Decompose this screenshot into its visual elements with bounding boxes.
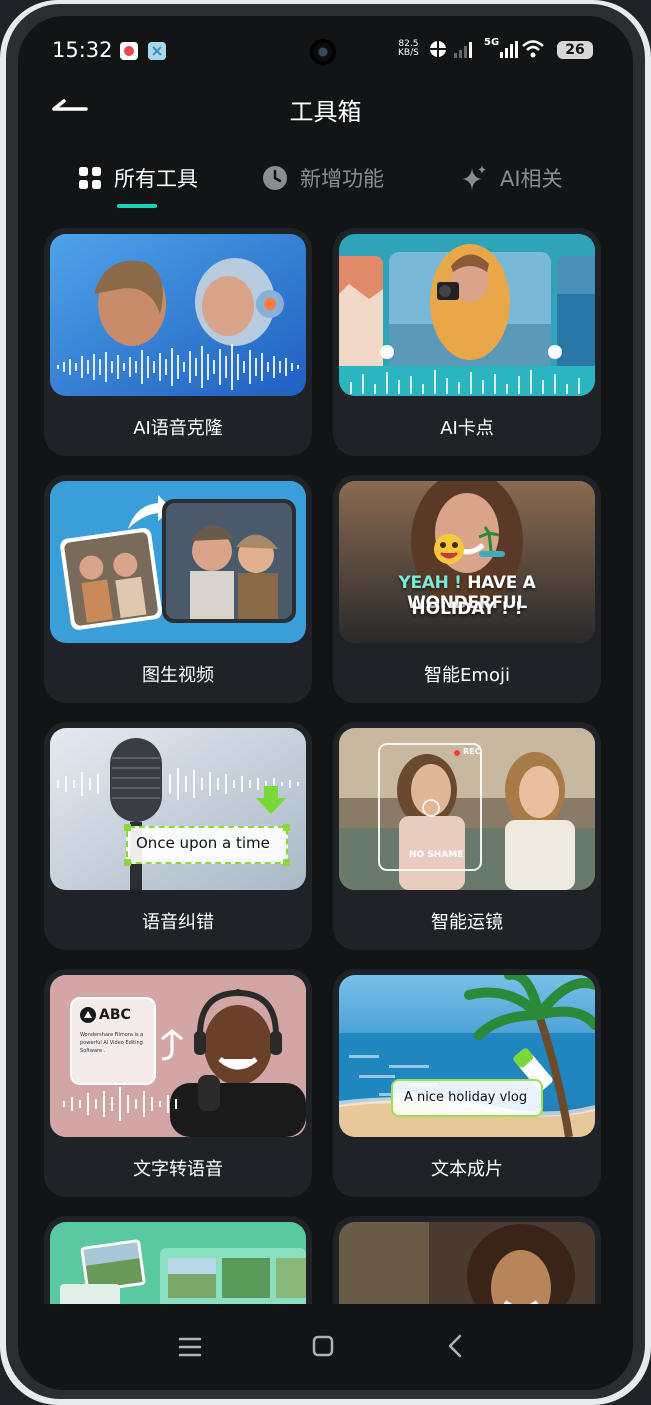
tool-card-smart-camera-movement[interactable]: REC NO SHAME 智能运镜 <box>333 722 601 950</box>
tts-panel-line: Wondershare Filmora is a <box>80 1032 144 1038</box>
tool-thumbnail: REC NO SHAME <box>339 728 595 890</box>
filmora-logo-icon <box>80 1007 96 1023</box>
tts-panel-text: Wondershare Filmora is a powerful AI Vid… <box>80 1031 143 1055</box>
text-to-video-prompt: A nice holiday vlog <box>404 1090 528 1105</box>
tool-thumbnail <box>339 234 595 396</box>
vpn-icon <box>429 40 447 62</box>
tool-thumbnail: YEAH ! HAVE A WONDERFUL HOLIDAY ! ! <box>339 481 595 643</box>
tab-new-features[interactable]: 新增功能 <box>262 160 384 196</box>
signal-sim2-icon <box>484 44 487 58</box>
tts-panel-title: ABC <box>99 1007 131 1023</box>
network-speed: 82.5 KB/S <box>398 40 419 58</box>
tool-thumbnail <box>50 1222 306 1308</box>
network-speed-unit: KB/S <box>398 48 419 58</box>
screen: 15:32 82.5 KB/S 5G 26 工具箱 所有工具 新增功能 AI相关… <box>18 16 633 1390</box>
phone-frame: 15:32 82.5 KB/S 5G 26 工具箱 所有工具 新增功能 AI相关… <box>0 0 651 1405</box>
system-nav-bar <box>18 1304 633 1390</box>
tab-all-tools[interactable]: 所有工具 <box>78 160 198 196</box>
camera-caption: NO SHAME <box>409 850 464 860</box>
system-back-button[interactable] <box>436 1330 476 1364</box>
tool-thumbnail: ABC Wondershare Filmora is a powerful AI… <box>50 975 306 1137</box>
tool-thumbnail: Once upon a time <box>50 728 306 890</box>
status-time: 15:32 <box>52 38 113 62</box>
tab-new-features-label: 新增功能 <box>300 167 384 191</box>
tab-bar: 所有工具 新增功能 AI相关 <box>18 160 633 212</box>
speech-text-box: Once upon a time <box>124 824 290 866</box>
emoji-caption-highlight: YEAH ! <box>398 573 462 593</box>
tts-panel-line: powerful AI Video Editing <box>80 1040 143 1046</box>
tts-panel-header: ABC <box>80 1007 131 1023</box>
app-notification-icon-2 <box>148 42 166 60</box>
tool-label: 智能Emoji <box>424 665 510 686</box>
tool-label: 语音纠错 <box>142 912 214 933</box>
tts-text-panel: ABC Wondershare Filmora is a powerful AI… <box>70 997 156 1085</box>
tool-label: 文字转语音 <box>133 1159 223 1180</box>
speech-text: Once upon a time <box>136 834 270 852</box>
front-camera <box>310 39 336 65</box>
tool-label: 智能运镜 <box>431 912 503 933</box>
menu-lines-icon <box>178 1337 202 1357</box>
tool-card-text-to-speech[interactable]: ABC Wondershare Filmora is a powerful AI… <box>44 969 312 1197</box>
text-to-video-input: A nice holiday vlog <box>391 1079 543 1117</box>
signal-sim1-icon <box>454 42 472 58</box>
tool-thumbnail <box>50 234 306 396</box>
grid-icon <box>79 167 101 189</box>
tool-label: 图生视频 <box>142 665 214 686</box>
tool-label: AI卡点 <box>440 418 494 439</box>
tool-thumbnail <box>339 1222 595 1308</box>
tool-card-ai-voice-clone[interactable]: AI语音克隆 <box>44 228 312 456</box>
tts-panel-line: Software . <box>80 1048 106 1054</box>
chevron-left-icon <box>448 1334 462 1358</box>
emoji-caption-part: HAVE A <box>467 573 536 593</box>
rec-indicator: REC <box>463 747 481 756</box>
tool-card-text-to-video[interactable]: A nice holiday vlog 文本成片 <box>333 969 601 1197</box>
tool-card-smart-emoji[interactable]: YEAH ! HAVE A WONDERFUL HOLIDAY ! ! 智能Em… <box>333 475 601 703</box>
clock-icon <box>263 166 287 190</box>
tool-card-partial-2[interactable] <box>333 1216 601 1308</box>
tool-card-speech-correction[interactable]: Once upon a time 语音纠错 <box>44 722 312 950</box>
home-button[interactable] <box>303 1330 343 1364</box>
recent-apps-button[interactable] <box>170 1330 210 1364</box>
tab-ai-related-label: AI相关 <box>500 167 563 191</box>
active-tab-indicator <box>117 204 157 208</box>
wifi-icon <box>522 40 544 58</box>
signal-bars-icon <box>500 41 518 58</box>
tool-thumbnail <box>50 481 306 643</box>
emoji-caption-line2: HOLIDAY ! ! <box>411 599 523 619</box>
tool-label: 文本成片 <box>431 1159 503 1180</box>
tab-ai-related[interactable]: AI相关 <box>460 160 563 196</box>
status-bar: 15:32 82.5 KB/S 5G 26 <box>18 16 633 82</box>
battery-indicator: 26 <box>557 41 593 59</box>
tool-label: AI语音克隆 <box>133 418 223 439</box>
tool-card-image-to-video[interactable]: 图生视频 <box>44 475 312 703</box>
tool-grid: AI语音克隆 AI卡点 图生视频 YEAH ! HAVE A WONDERFUL… <box>44 228 604 1308</box>
page-title: 工具箱 <box>289 98 362 126</box>
tool-thumbnail: A nice holiday vlog <box>339 975 595 1137</box>
tab-all-tools-label: 所有工具 <box>114 167 198 191</box>
app-notification-icon <box>120 42 138 60</box>
tool-card-partial-1[interactable] <box>44 1216 312 1308</box>
home-square-icon <box>312 1335 334 1357</box>
sparkle-icon <box>462 165 486 190</box>
tool-card-ai-beat-sync[interactable]: AI卡点 <box>333 228 601 456</box>
